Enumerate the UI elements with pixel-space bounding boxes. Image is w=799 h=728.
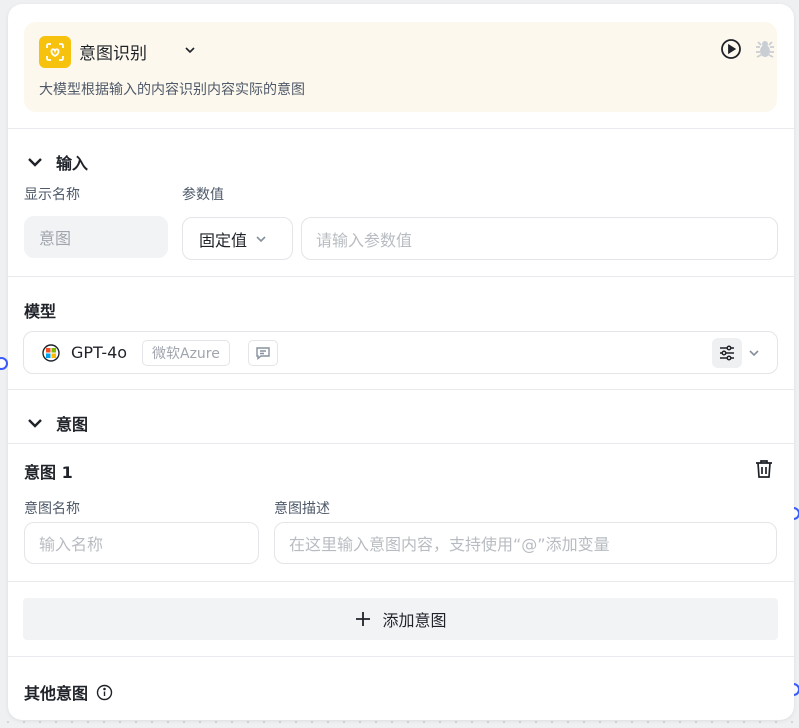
input-section-header[interactable]: 输入 (26, 150, 88, 174)
divider (8, 656, 794, 657)
node-description: 大模型根据输入的内容识别内容实际的意图 (39, 82, 305, 98)
model-section-title: 模型 (24, 302, 57, 321)
add-intent-label: 添加意图 (382, 611, 447, 630)
model-settings-button[interactable] (712, 338, 742, 368)
other-intent-header: 其他意图 (24, 680, 113, 704)
plus-icon (356, 612, 371, 626)
chevron-down-icon (28, 158, 42, 167)
chat-icon (248, 340, 278, 366)
intent-icon (39, 36, 71, 68)
input-handle[interactable] (0, 357, 8, 370)
display-name-field: 意图 (24, 216, 168, 258)
chevron-down-icon[interactable] (182, 42, 198, 58)
intent-item-title: 意图 1 (24, 463, 73, 482)
trash-icon[interactable] (753, 458, 775, 480)
model-name: GPT-4o (71, 343, 128, 362)
param-value-input[interactable]: 请输入参数值 (301, 217, 778, 260)
add-intent-button[interactable]: 添加意图 (23, 598, 778, 640)
node-header: 意图识别 大模型根据输入的内容识别内容实际的意图 (24, 22, 777, 112)
divider (8, 581, 794, 582)
intent-desc-input[interactable]: 在这里输入意图内容，支持使用“@”添加变量 (274, 522, 777, 564)
chevron-down-icon (28, 419, 42, 428)
input-section-title: 输入 (56, 154, 89, 173)
divider (8, 276, 794, 277)
display-name-label: 显示名称 (24, 187, 80, 203)
intent-section-title: 意图 (56, 415, 89, 434)
sliders-icon (720, 345, 734, 361)
divider (8, 128, 794, 129)
intent-node-card[interactable]: 意图识别 大模型根据输入的内容识别内容实际的意图 输入 显示名称 参数值 意图 … (8, 4, 794, 720)
intent-name-input[interactable]: 输入名称 (24, 522, 259, 564)
intent-name-label: 意图名称 (24, 501, 80, 517)
intent-desc-label: 意图描述 (274, 501, 330, 517)
model-logo-icon (42, 344, 60, 362)
divider (8, 443, 794, 444)
play-icon[interactable] (720, 38, 742, 60)
other-intent-title: 其他意图 (24, 684, 89, 703)
divider (8, 389, 794, 390)
param-value-label: 参数值 (182, 187, 224, 203)
bug-icon[interactable] (754, 38, 776, 60)
node-title[interactable]: 意图识别 (79, 39, 147, 64)
info-icon[interactable] (96, 684, 113, 701)
value-type-label: 固定值 (199, 230, 248, 250)
chevron-down-icon (256, 235, 266, 242)
value-type-select[interactable]: 固定值 (182, 217, 293, 260)
provider-tag: 微软Azure (142, 340, 230, 366)
chevron-down-icon[interactable] (746, 345, 762, 361)
model-select[interactable]: GPT-4o 微软Azure (23, 331, 778, 374)
intent-section-header[interactable]: 意图 (26, 411, 88, 435)
